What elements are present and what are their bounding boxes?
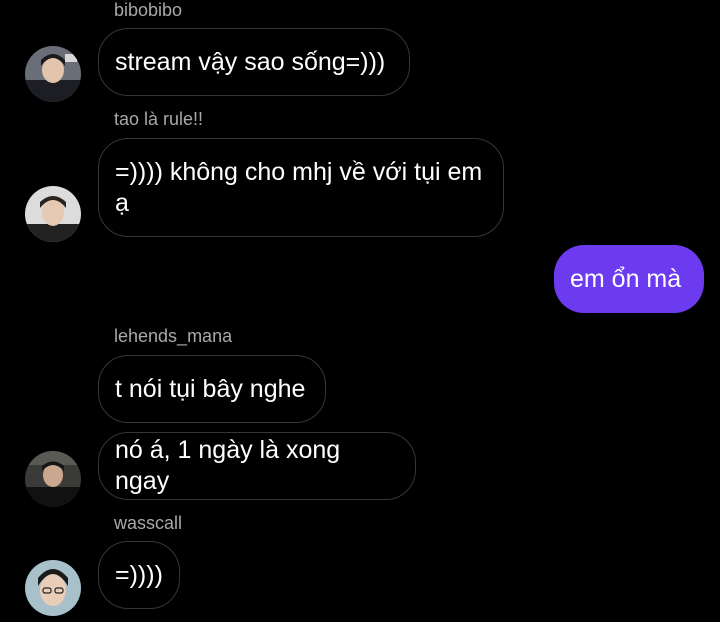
- message-bubble[interactable]: =)))): [98, 541, 180, 609]
- sender-name: lehends_mana: [114, 326, 233, 346]
- message-bubble[interactable]: t nói tụi bây nghe: [98, 355, 326, 423]
- avatar[interactable]: [25, 451, 81, 507]
- sender-name: tao là rule!!: [114, 109, 204, 129]
- message-bubble[interactable]: stream vậy sao sống=))): [98, 28, 410, 96]
- sender-name: wasscall: [114, 513, 183, 533]
- message-thread: bibobibo stream vậy sao sống=))) tao là …: [0, 0, 720, 622]
- avatar[interactable]: [25, 46, 81, 102]
- avatar[interactable]: [25, 560, 81, 616]
- message-bubble[interactable]: nó á, 1 ngày là xong ngay: [98, 432, 416, 500]
- message-bubble-outgoing[interactable]: em ổn mà: [554, 245, 704, 313]
- avatar[interactable]: [25, 186, 81, 242]
- sender-name: bibobibo: [114, 0, 183, 20]
- message-bubble[interactable]: =)))) không cho mhj về với tụi em ạ: [98, 138, 504, 237]
